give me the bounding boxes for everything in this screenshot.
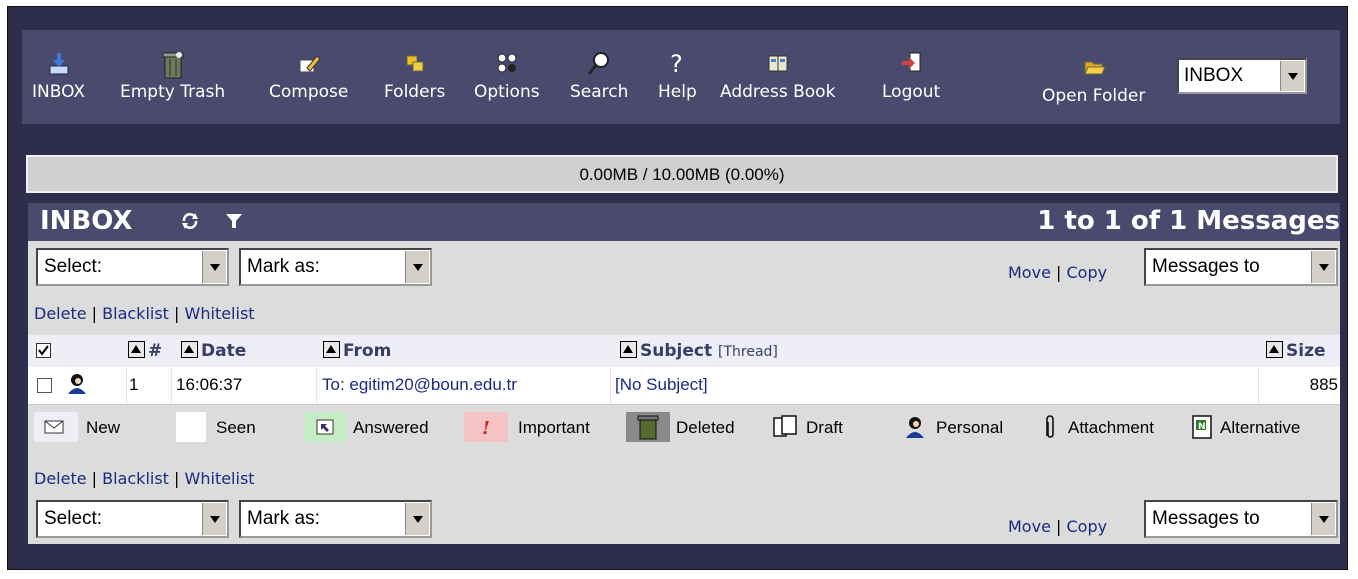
sort-icon[interactable] xyxy=(1266,341,1283,358)
svg-text:!: ! xyxy=(482,418,490,439)
table-row[interactable]: 1 16:06:37 To: egitim20@boun.edu.tr [No … xyxy=(28,367,1340,405)
chevron-down-icon xyxy=(1311,251,1335,283)
message-table-header: # Date From Subject [Thread] Size xyxy=(28,335,1340,367)
mailbox-title-bar: INBOX 1 to 1 of 1 Messages xyxy=(28,203,1340,241)
move-copy-links-top: Move | Copy xyxy=(1008,263,1108,282)
messages-to-dropdown-bottom[interactable]: Messages to xyxy=(1144,500,1338,538)
status-legend: New Seen Answered ! Important Deleted Dr… xyxy=(28,405,1340,461)
svg-text:N: N xyxy=(1198,422,1206,432)
person-icon xyxy=(66,372,88,400)
select-dropdown-bottom[interactable]: Select: xyxy=(36,500,229,538)
move-link[interactable]: Move xyxy=(1008,517,1051,536)
options-icon xyxy=(474,50,540,80)
envelope-icon xyxy=(34,412,78,442)
sort-icon[interactable] xyxy=(620,341,637,358)
toolbar-options-button[interactable]: Options xyxy=(474,50,540,102)
blacklist-link[interactable]: Blacklist xyxy=(102,469,169,488)
toolbar-inbox-button[interactable]: INBOX xyxy=(32,50,85,102)
open-folder-button[interactable]: Open Folder xyxy=(1042,54,1145,106)
toolbar-search-button[interactable]: Search xyxy=(570,50,628,102)
select-all-checkbox[interactable] xyxy=(36,343,51,362)
toolbar-help-button[interactable]: ? Help xyxy=(658,50,697,102)
compose-pencil-icon xyxy=(269,50,348,80)
mailbox-title: INBOX xyxy=(40,206,133,236)
address-book-icon xyxy=(720,50,835,80)
column-date[interactable]: Date xyxy=(181,341,246,361)
toolbar-folders-button[interactable]: Folders xyxy=(384,50,445,102)
filter-icon[interactable] xyxy=(224,211,244,235)
person-icon xyxy=(900,412,930,442)
action-links-top: Delete | Blacklist | Whitelist xyxy=(34,304,255,323)
sort-icon[interactable] xyxy=(181,341,198,358)
column-size[interactable]: Size xyxy=(1266,341,1326,361)
action-links-bottom: Delete | Blacklist | Whitelist xyxy=(34,469,255,488)
whitelist-link[interactable]: Whitelist xyxy=(185,304,255,323)
message-date: 16:06:37 xyxy=(176,375,243,394)
open-folder-icon xyxy=(1042,54,1145,84)
question-mark-icon: ? xyxy=(658,50,697,80)
toolbar-compose-button[interactable]: Compose xyxy=(269,50,348,102)
message-size: 885 xyxy=(1309,375,1338,394)
quota-bar: 0.00MB / 10.00MB (0.00%) xyxy=(26,155,1338,193)
alternative-document-icon: N xyxy=(1188,412,1216,442)
paperclip-icon xyxy=(1040,412,1060,442)
whitelist-link[interactable]: Whitelist xyxy=(185,469,255,488)
message-number: 1 xyxy=(129,375,139,394)
chevron-down-icon xyxy=(1280,61,1304,91)
delete-link[interactable]: Delete xyxy=(34,304,87,323)
blacklist-link[interactable]: Blacklist xyxy=(102,304,169,323)
chevron-down-icon xyxy=(1311,503,1335,535)
svg-text:?: ? xyxy=(670,50,683,78)
magnifier-icon xyxy=(570,50,628,80)
chevron-down-icon xyxy=(202,503,226,535)
move-copy-links-bottom: Move | Copy xyxy=(1008,517,1108,536)
message-subject-link[interactable]: [No Subject] xyxy=(615,375,708,395)
message-count: 1 to 1 of 1 Messages xyxy=(1037,206,1340,236)
logout-door-icon xyxy=(882,50,940,80)
toolbar-empty-trash-button[interactable]: Empty Trash xyxy=(120,50,225,102)
toolbar-logout-button[interactable]: Logout xyxy=(882,50,940,102)
sort-icon[interactable] xyxy=(323,341,340,358)
chevron-down-icon xyxy=(405,503,429,535)
row-checkbox[interactable] xyxy=(37,378,52,393)
sort-icon[interactable] xyxy=(128,341,145,358)
delete-link[interactable]: Delete xyxy=(34,469,87,488)
move-link[interactable]: Move xyxy=(1008,263,1051,282)
main-toolbar: INBOX Empty Trash Compose Folders Option… xyxy=(22,30,1340,124)
messages-to-dropdown-top[interactable]: Messages to xyxy=(1144,248,1338,286)
reply-arrow-icon xyxy=(303,412,347,442)
select-dropdown-top[interactable]: Select: xyxy=(36,248,229,286)
copy-link[interactable]: Copy xyxy=(1066,517,1107,536)
quota-text: 0.00MB / 10.00MB (0.00%) xyxy=(579,165,785,184)
folders-icon xyxy=(384,50,445,80)
mark-as-dropdown-top[interactable]: Mark as: xyxy=(239,248,432,286)
chevron-down-icon xyxy=(202,251,226,283)
column-number[interactable]: # xyxy=(128,341,162,361)
trash-can-icon xyxy=(626,412,670,442)
exclamation-icon: ! xyxy=(464,412,508,442)
message-from[interactable]: To: egitim20@boun.edu.tr xyxy=(322,375,517,395)
refresh-icon[interactable] xyxy=(180,211,200,235)
column-from[interactable]: From xyxy=(323,341,391,361)
chevron-down-icon xyxy=(405,251,429,283)
folder-select[interactable]: INBOX xyxy=(1177,58,1307,94)
trash-can-icon xyxy=(120,50,225,80)
copy-link[interactable]: Copy xyxy=(1066,263,1107,282)
toolbar-address-book-button[interactable]: Address Book xyxy=(720,50,835,102)
inbox-download-icon xyxy=(32,50,85,80)
mark-as-dropdown-bottom[interactable]: Mark as: xyxy=(239,500,432,538)
column-subject[interactable]: Subject [Thread] xyxy=(620,341,778,361)
thread-link[interactable]: [Thread] xyxy=(718,344,778,360)
draft-pages-icon xyxy=(770,412,802,442)
